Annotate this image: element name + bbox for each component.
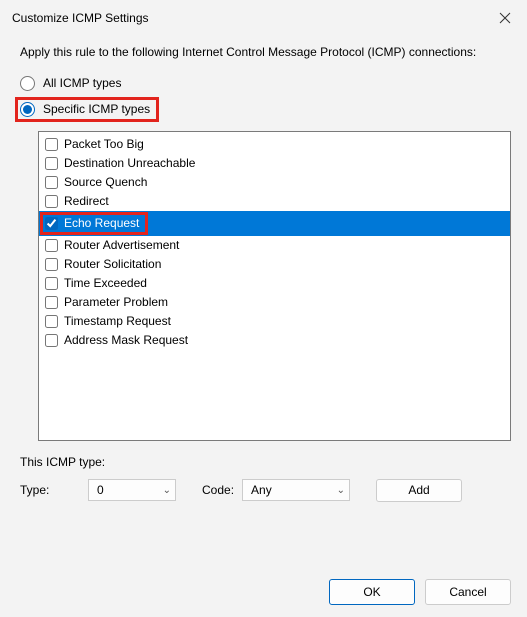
list-item-checkbox[interactable] bbox=[45, 176, 58, 189]
code-label: Code: bbox=[202, 483, 234, 497]
list-item-label: Time Exceeded bbox=[64, 275, 147, 292]
chevron-down-icon: ⌄ bbox=[163, 485, 171, 496]
radio-specific-icmp[interactable]: Specific ICMP types bbox=[20, 102, 150, 117]
list-item[interactable]: Timestamp Request bbox=[39, 312, 510, 331]
type-value: 0 bbox=[97, 483, 104, 497]
list-item[interactable]: Echo Request bbox=[39, 211, 510, 236]
list-item-label: Echo Request bbox=[64, 215, 139, 232]
radio-all-icmp[interactable]: All ICMP types bbox=[20, 73, 511, 94]
instructions-text: Apply this rule to the following Interne… bbox=[20, 44, 511, 61]
list-item-label: Packet Too Big bbox=[64, 136, 144, 153]
code-value: Any bbox=[251, 483, 272, 497]
highlight-specific: Specific ICMP types bbox=[15, 97, 159, 122]
list-item-label: Parameter Problem bbox=[64, 294, 168, 311]
list-item-checkbox[interactable] bbox=[45, 315, 58, 328]
titlebar: Customize ICMP Settings bbox=[0, 0, 527, 34]
radio-specific-icmp-input[interactable] bbox=[20, 102, 35, 117]
list-item-label: Source Quench bbox=[64, 174, 147, 191]
list-item-checkbox[interactable] bbox=[45, 138, 58, 151]
radio-all-icmp-label: All ICMP types bbox=[43, 76, 121, 90]
list-item[interactable]: Source Quench bbox=[39, 173, 510, 192]
type-label: Type: bbox=[20, 483, 80, 497]
list-item-checkbox[interactable] bbox=[45, 334, 58, 347]
icmp-scope-radio-group: All ICMP types Specific ICMP types bbox=[20, 73, 511, 125]
add-button[interactable]: Add bbox=[376, 479, 462, 502]
list-item-label: Destination Unreachable bbox=[64, 155, 195, 172]
list-item-checkbox[interactable] bbox=[45, 217, 58, 230]
list-item[interactable]: Parameter Problem bbox=[39, 293, 510, 312]
list-item-checkbox[interactable] bbox=[45, 277, 58, 290]
list-item-label: Redirect bbox=[64, 193, 109, 210]
list-item-checkbox[interactable] bbox=[45, 157, 58, 170]
highlight-echo-request: Echo Request bbox=[40, 212, 148, 235]
list-item-checkbox[interactable] bbox=[45, 195, 58, 208]
list-item[interactable]: Router Advertisement bbox=[39, 236, 510, 255]
list-item-label: Router Solicitation bbox=[64, 256, 161, 273]
list-item-checkbox[interactable] bbox=[45, 296, 58, 309]
ok-button[interactable]: OK bbox=[329, 579, 415, 605]
this-icmp-type-label: This ICMP type: bbox=[20, 455, 511, 469]
list-item-label: Address Mask Request bbox=[64, 332, 188, 349]
chevron-down-icon: ⌄ bbox=[337, 485, 345, 496]
list-item[interactable]: Redirect bbox=[39, 192, 510, 211]
list-item-label: Router Advertisement bbox=[64, 237, 179, 254]
list-item[interactable]: Packet Too Big bbox=[39, 135, 510, 154]
list-item-checkbox[interactable] bbox=[45, 258, 58, 271]
window-title: Customize ICMP Settings bbox=[12, 11, 149, 25]
icmp-types-listbox[interactable]: Packet Too Big Destination Unreachable Sou… bbox=[38, 131, 511, 441]
cancel-button[interactable]: Cancel bbox=[425, 579, 511, 605]
type-combo[interactable]: 0 ⌄ bbox=[88, 479, 176, 501]
list-item-label: Timestamp Request bbox=[64, 313, 171, 330]
close-icon bbox=[499, 12, 511, 24]
list-item[interactable]: Address Mask Request bbox=[39, 331, 510, 350]
radio-all-icmp-input[interactable] bbox=[20, 76, 35, 91]
type-code-row: Type: 0 ⌄ Code: Any ⌄ Add bbox=[20, 479, 511, 502]
list-item[interactable]: Router Solicitation bbox=[39, 255, 510, 274]
dialog-content: Apply this rule to the following Interne… bbox=[0, 34, 527, 514]
list-item[interactable]: Destination Unreachable bbox=[39, 154, 510, 173]
radio-specific-icmp-label: Specific ICMP types bbox=[43, 102, 150, 116]
code-combo[interactable]: Any ⌄ bbox=[242, 479, 350, 501]
dialog-footer: OK Cancel bbox=[329, 579, 511, 605]
list-item[interactable]: Time Exceeded bbox=[39, 274, 510, 293]
close-button[interactable] bbox=[493, 6, 517, 30]
list-item-checkbox[interactable] bbox=[45, 239, 58, 252]
